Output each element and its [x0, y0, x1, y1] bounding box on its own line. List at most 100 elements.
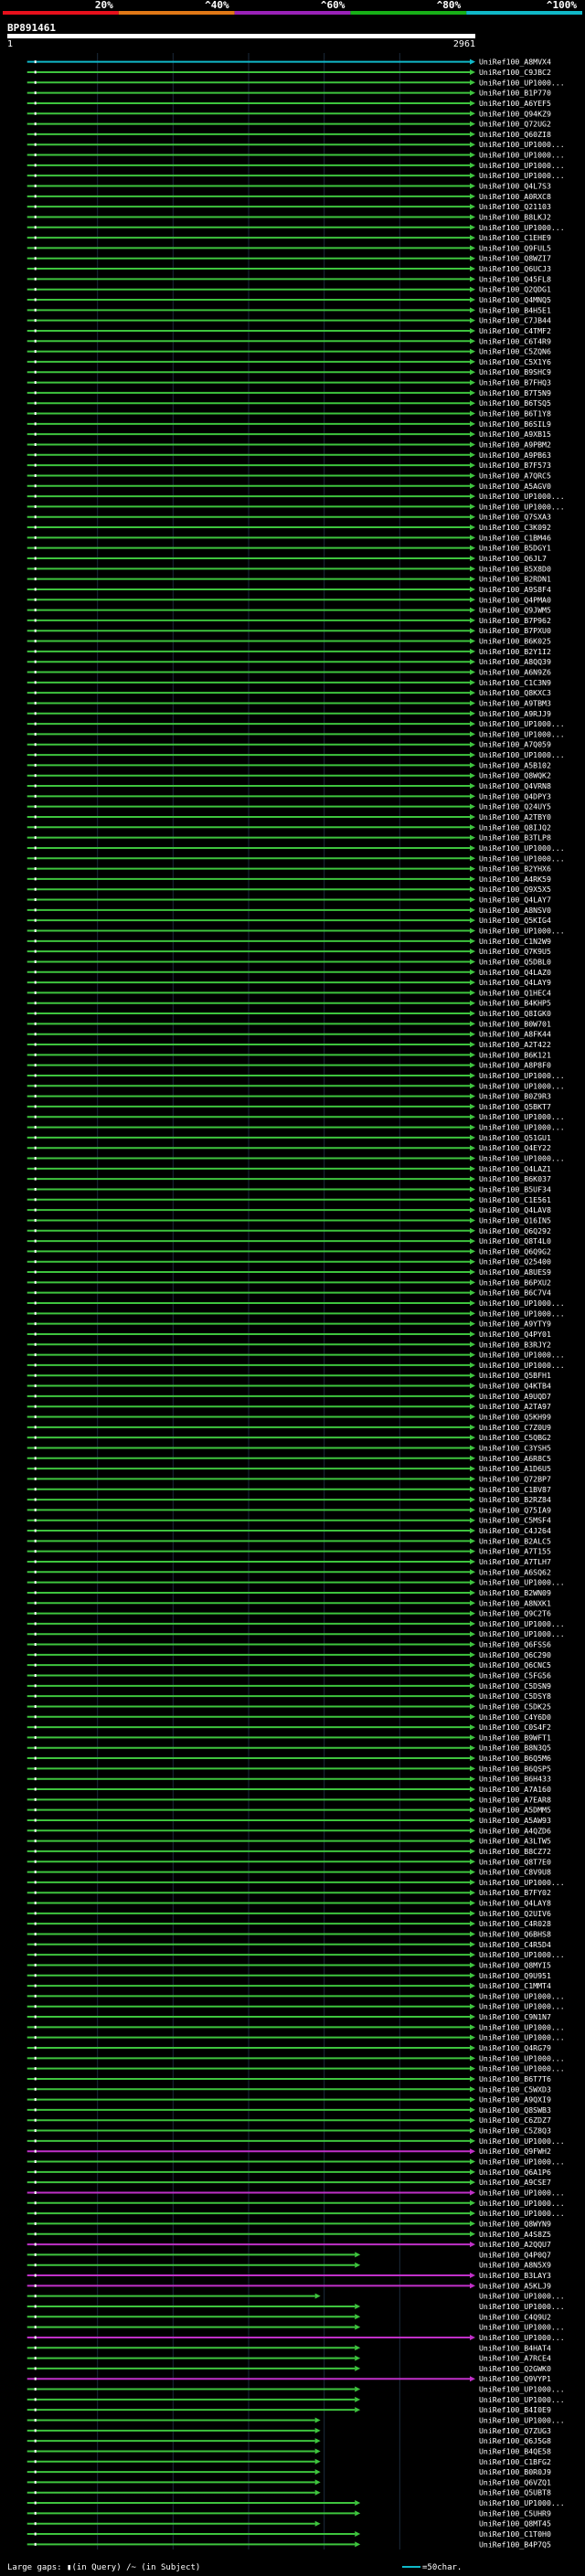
hit-row[interactable]: UniRef100_B6T1Y8	[27, 409, 551, 419]
hit-row[interactable]: UniRef100_Q60ZI8	[27, 130, 551, 139]
hit-label[interactable]: UniRef100_C4Y6D0	[479, 1712, 551, 1722]
hit-row[interactable]: UniRef100_Q4LAZ1	[27, 1164, 551, 1173]
hit-label[interactable]: UniRef100_Q8T4L0	[479, 1236, 551, 1246]
hit-row[interactable]: UniRef100_A8P8F0	[27, 1061, 551, 1070]
hit-label[interactable]: UniRef100_B0Z9R3	[479, 1092, 551, 1101]
hit-label[interactable]: UniRef100_A5KLJ9	[479, 2281, 551, 2290]
hit-label[interactable]: UniRef100_A7RCE4	[479, 2354, 551, 2363]
hit-row[interactable]: UniRef100_A2T422	[27, 1040, 551, 1049]
hit-row[interactable]: UniRef100_UP1000...	[27, 1309, 565, 1318]
hit-label[interactable]: UniRef100_UP1000...	[479, 729, 565, 738]
hit-label[interactable]: UniRef100_C1N2W9	[479, 937, 551, 946]
hit-row[interactable]: UniRef100_Q5BFH1	[27, 1371, 551, 1380]
hit-label[interactable]: UniRef100_Q6JL7	[479, 554, 547, 563]
hit-label[interactable]: UniRef100_B6T1Y8	[479, 409, 551, 419]
hit-row[interactable]: UniRef100_UP1000...	[27, 843, 565, 853]
hit-row[interactable]: UniRef100_A9XB15	[27, 429, 551, 439]
hit-row[interactable]: UniRef100_Q4EY22	[27, 1143, 551, 1152]
hit-label[interactable]: UniRef100_A9QXI9	[479, 2095, 551, 2104]
hit-label[interactable]: UniRef100_C1MMT4	[479, 1981, 551, 1990]
hit-label[interactable]: UniRef100_A6YEF5	[479, 99, 551, 108]
hit-row[interactable]: UniRef100_A9PBM2	[27, 440, 551, 449]
hit-label[interactable]: UniRef100_B4P7Q5	[479, 2539, 551, 2549]
hit-label[interactable]: UniRef100_UP1000...	[479, 2416, 565, 2425]
hit-row[interactable]: UniRef100_UP1000...	[27, 2323, 565, 2332]
hit-row[interactable]: UniRef100_Q72BP7	[27, 1474, 551, 1483]
hit-row[interactable]: UniRef100_Q5KH99	[27, 1413, 551, 1422]
hit-row[interactable]: UniRef100_Q6FSS6	[27, 1640, 551, 1649]
hit-label[interactable]: UniRef100_B4I0E9	[479, 2405, 551, 2414]
hit-row[interactable]: UniRef100_Q8IGK0	[27, 1009, 551, 1018]
hit-label[interactable]: UniRef100_B6H433	[479, 1775, 551, 1784]
hit-row[interactable]: UniRef100_Q4LAY9	[27, 978, 551, 987]
hit-label[interactable]: UniRef100_C9JBC2	[479, 68, 551, 77]
hit-row[interactable]: UniRef100_C5WXD3	[27, 2084, 551, 2094]
hit-label[interactable]: UniRef100_Q9JWM5	[479, 606, 551, 615]
hit-label[interactable]: UniRef100_UP1000...	[479, 1081, 565, 1090]
hit-row[interactable]: UniRef100_A7T155	[27, 1547, 551, 1556]
hit-label[interactable]: UniRef100_Q8T7E0	[479, 1857, 551, 1866]
hit-row[interactable]: UniRef100_A9QXI9	[27, 2095, 551, 2104]
hit-row[interactable]: UniRef100_UP1000...	[27, 1950, 565, 1959]
hit-row[interactable]: UniRef100_Q4LAY8	[27, 1899, 551, 1908]
hit-label[interactable]: UniRef100_B6K037	[479, 1174, 551, 1183]
hit-row[interactable]: UniRef100_C1N2W9	[27, 937, 551, 946]
hit-row[interactable]: UniRef100_Q4PMA0	[27, 595, 551, 604]
hit-label[interactable]: UniRef100_A9PBM2	[479, 440, 551, 449]
hit-row[interactable]: UniRef100_Q8WQK2	[27, 771, 551, 780]
hit-row[interactable]: UniRef100_B9WFT1	[27, 1733, 551, 1742]
hit-label[interactable]: UniRef100_C5DSN9	[479, 1681, 551, 1691]
hit-row[interactable]: UniRef100_Q5DBL0	[27, 957, 551, 966]
hit-row[interactable]: UniRef100_UP1000...	[27, 2188, 565, 2197]
hit-row[interactable]: UniRef100_Q9FWH2	[27, 2147, 551, 2156]
hit-row[interactable]: UniRef100_Q6Q9G2	[27, 1246, 551, 1256]
hit-row[interactable]: UniRef100_Q6J5G8	[27, 2436, 551, 2445]
hit-label[interactable]: UniRef100_Q9VYP1	[479, 2374, 551, 2383]
hit-row[interactable]: UniRef100_C5FG56	[27, 1671, 551, 1680]
hit-label[interactable]: UniRef100_B2Y1I2	[479, 647, 551, 656]
hit-label[interactable]: UniRef100_Q4PMA0	[479, 595, 551, 604]
hit-label[interactable]: UniRef100_B3TLP8	[479, 833, 551, 843]
hit-label[interactable]: UniRef100_Q4MNQ5	[479, 295, 551, 304]
hit-row[interactable]: UniRef100_B5X8D0	[27, 564, 551, 573]
hit-row[interactable]: UniRef100_A9YTY9	[27, 1320, 551, 1329]
hit-label[interactable]: UniRef100_Q6UCJ3	[479, 264, 551, 273]
hit-row[interactable]: UniRef100_UP1000...	[27, 2292, 565, 2301]
hit-label[interactable]: UniRef100_Q7K9U5	[479, 947, 551, 956]
hit-row[interactable]: UniRef100_Q9JWM5	[27, 606, 551, 615]
hit-row[interactable]: UniRef100_A5AGV0	[27, 482, 551, 491]
hit-label[interactable]: UniRef100_A6N9Z6	[479, 668, 551, 677]
hit-label[interactable]: UniRef100_UP1000...	[479, 140, 565, 149]
hit-row[interactable]: UniRef100_A2TA97	[27, 1402, 551, 1411]
hit-label[interactable]: UniRef100_C5MSF4	[479, 1516, 551, 1525]
hit-label[interactable]: UniRef100_C5WXD3	[479, 2084, 551, 2094]
hit-row[interactable]: UniRef100_Q6Q292	[27, 1226, 551, 1235]
hit-row[interactable]: UniRef100_Q16IN5	[27, 1215, 551, 1224]
hit-label[interactable]: UniRef100_A9PB63	[479, 451, 551, 460]
hit-row[interactable]: UniRef100_B7T5N9	[27, 388, 551, 398]
hit-row[interactable]: UniRef100_Q94KZ9	[27, 109, 551, 118]
hit-label[interactable]: UniRef100_A9RJJ9	[479, 709, 551, 718]
hit-label[interactable]: UniRef100_Q94KZ9	[479, 109, 551, 118]
hit-label[interactable]: UniRef100_UP1000...	[479, 719, 565, 728]
hit-label[interactable]: UniRef100_C5DK25	[479, 1701, 551, 1711]
hit-label[interactable]: UniRef100_Q7SXA3	[479, 513, 551, 522]
hit-row[interactable]: UniRef100_A8MVX4	[27, 58, 551, 67]
hit-label[interactable]: UniRef100_Q8WYN9	[479, 2219, 551, 2228]
hit-label[interactable]: UniRef100_Q8MT45	[479, 2519, 551, 2528]
hit-row[interactable]: UniRef100_UP1000...	[27, 1299, 565, 1308]
hit-row[interactable]: UniRef100_Q9C2T6	[27, 1609, 551, 1618]
hit-label[interactable]: UniRef100_Q8MYI5	[479, 1960, 551, 1969]
hit-label[interactable]: UniRef100_Q72BP7	[479, 1474, 551, 1483]
hit-label[interactable]: UniRef100_B6C7V4	[479, 1288, 551, 1298]
hit-label[interactable]: UniRef100_UP1000...	[479, 2323, 565, 2332]
hit-label[interactable]: UniRef100_UP1000...	[479, 151, 565, 160]
hit-label[interactable]: UniRef100_Q6FSS6	[479, 1640, 551, 1649]
hit-label[interactable]: UniRef100_Q6Q292	[479, 1226, 551, 1235]
hit-label[interactable]: UniRef100_B6QSP5	[479, 1764, 551, 1773]
hit-label[interactable]: UniRef100_C5FG56	[479, 1671, 551, 1680]
hit-label[interactable]: UniRef100_A8FK44	[479, 1030, 551, 1039]
hit-label[interactable]: UniRef100_UP1000...	[479, 1878, 565, 1887]
hit-label[interactable]: UniRef100_UP1000...	[479, 1629, 565, 1638]
hit-label[interactable]: UniRef100_Q5BKT7	[479, 1102, 551, 1111]
